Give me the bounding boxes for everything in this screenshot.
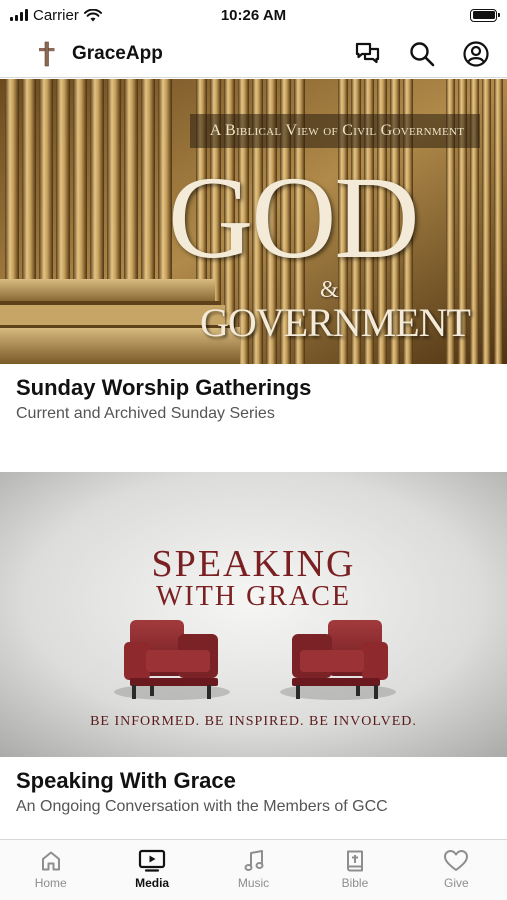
search-icon (410, 41, 435, 66)
card-body: Speaking With Grace An Ongoing Conversat… (0, 757, 507, 817)
wifi-icon (83, 8, 102, 21)
artwork-headline-amp: & (320, 277, 339, 303)
artwork-headline-line2: WITH GRACE (156, 581, 351, 612)
card-subtitle: An Ongoing Conversation with the Members… (16, 798, 388, 815)
tv-play-icon (139, 849, 166, 872)
sunday-worship-artwork: A Biblical View of Civil Government GOD … (0, 79, 507, 364)
artwork-kicker: A Biblical View of Civil Government (209, 122, 465, 139)
header-actions (353, 39, 491, 69)
tab-bible[interactable]: Bible (304, 840, 405, 900)
tab-home[interactable]: Home (0, 840, 101, 900)
heart-icon (444, 850, 469, 871)
carrier-label: Carrier (33, 6, 79, 24)
battery-icon (470, 8, 500, 22)
tab-label: Home (34, 876, 67, 890)
tab-label: Music (237, 876, 270, 890)
app-title: GraceApp (72, 42, 163, 64)
status-bar: Carrier 10:26 AM (0, 0, 507, 30)
chat-button[interactable] (353, 39, 383, 69)
artwork-tagline: BE INFORMED. BE INSPIRED. BE INVOLVED. (90, 714, 417, 729)
tab-label: Give (443, 876, 469, 890)
music-note-icon (244, 850, 264, 871)
account-button[interactable] (461, 39, 491, 69)
tab-label: Media (135, 876, 170, 890)
media-card-speaking-with-grace[interactable]: SPEAKING WITH GRACE BE INFORMED. BE INSP… (0, 472, 507, 817)
artwork-headline-sub: GOVERNMENT (200, 301, 471, 345)
search-button[interactable] (407, 39, 437, 69)
tab-music[interactable]: Music (203, 840, 304, 900)
bible-icon (346, 850, 363, 872)
speaking-with-grace-artwork: SPEAKING WITH GRACE BE INFORMED. BE INSP… (0, 472, 507, 757)
app-header: GraceApp (0, 30, 507, 78)
card-subtitle: Current and Archived Sunday Series (16, 405, 275, 422)
cross-logo-icon[interactable] (36, 40, 58, 68)
artwork-headline-main: GOD (168, 152, 420, 283)
cellular-signal-icon (10, 9, 28, 21)
tab-give[interactable]: Give (406, 840, 507, 900)
home-icon (41, 851, 60, 871)
status-left: Carrier (10, 7, 102, 24)
tab-bar: Home Media Music Bible Give (0, 839, 507, 900)
media-card-sunday-worship[interactable]: A Biblical View of Civil Government GOD … (0, 79, 507, 472)
media-list: A Biblical View of Civil Government GOD … (0, 79, 507, 839)
card-body: Sunday Worship Gatherings Current and Ar… (0, 364, 507, 424)
chat-icon (355, 42, 380, 63)
tab-media[interactable]: Media (101, 840, 202, 900)
card-title: Speaking With Grace (16, 768, 236, 793)
account-icon (463, 40, 489, 67)
card-title: Sunday Worship Gatherings (16, 375, 312, 400)
artwork-headline-line1: SPEAKING (151, 543, 356, 585)
tab-label: Bible (341, 876, 369, 890)
